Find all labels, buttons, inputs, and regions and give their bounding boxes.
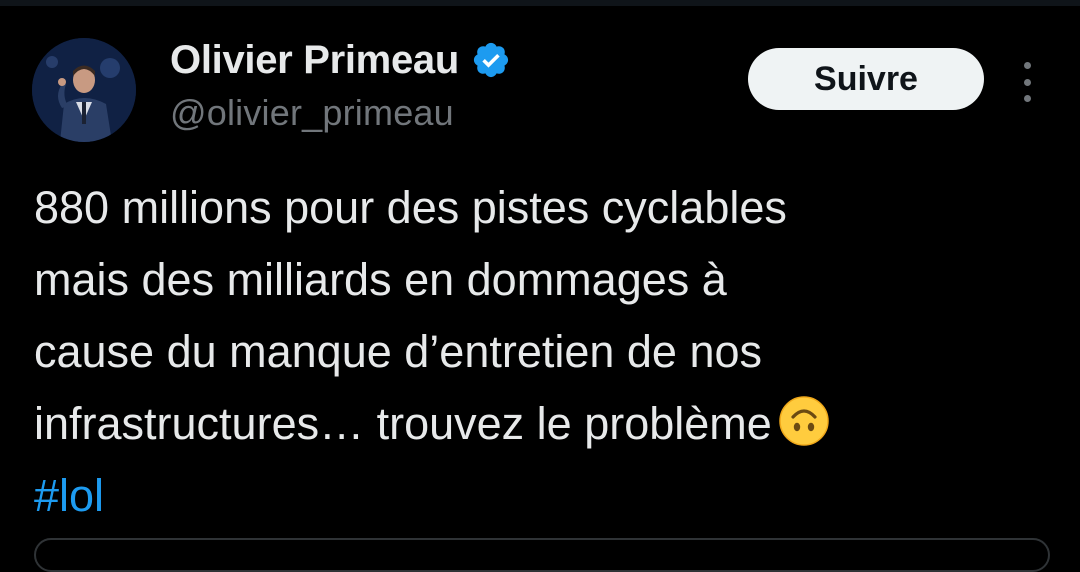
verified-badge-icon bbox=[471, 40, 511, 80]
display-name[interactable]: Olivier Primeau bbox=[170, 38, 459, 83]
embedded-card-edge[interactable] bbox=[34, 538, 1050, 572]
more-dot bbox=[1023, 62, 1031, 69]
more-dot bbox=[1023, 78, 1031, 86]
tweet-line: cause du manque d’entretien de nos bbox=[34, 326, 763, 377]
top-divider bbox=[0, 0, 1080, 6]
tweet-text: 880 millions pour des pistes cyclables m… bbox=[34, 172, 1054, 532]
more-vertical-icon[interactable] bbox=[1012, 62, 1042, 102]
tweet-line: 880 millions pour des pistes cyclables bbox=[34, 182, 787, 233]
more-dot bbox=[1023, 95, 1031, 102]
author-name-row: Olivier Primeau bbox=[170, 34, 511, 86]
tweet-line-with-emoji: infrastructures… trouvez le problème bbox=[34, 388, 1054, 460]
upside-down-face-icon bbox=[778, 395, 830, 447]
tweet-line: infrastructures… trouvez le problème bbox=[34, 398, 772, 449]
avatar[interactable] bbox=[32, 38, 136, 142]
tweet-line: mais des milliards en dommages à bbox=[34, 254, 727, 305]
hashtag-link[interactable]: #lol bbox=[34, 460, 1054, 532]
avatar-photo bbox=[32, 38, 136, 142]
user-handle[interactable]: @olivier_primeau bbox=[170, 92, 454, 134]
follow-button[interactable]: Suivre bbox=[748, 48, 984, 110]
